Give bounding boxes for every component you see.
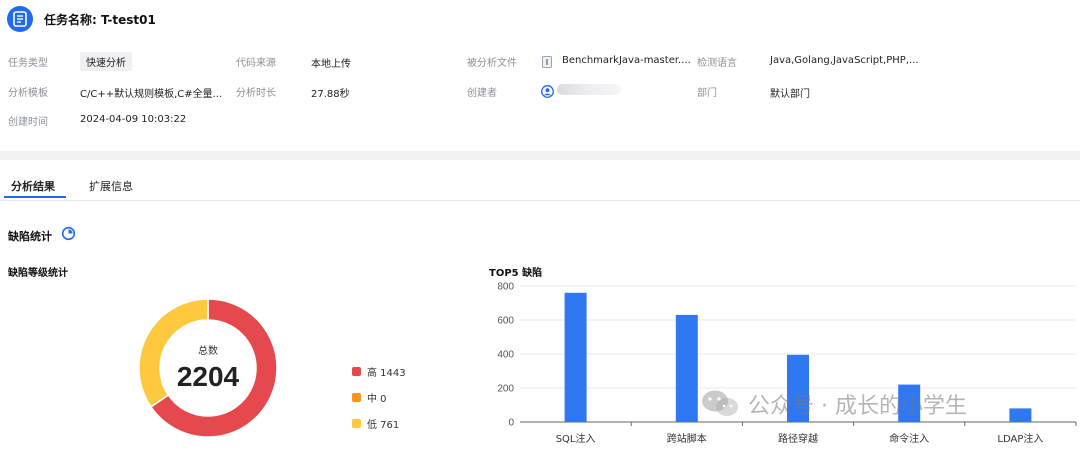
task-type-label: 任务类型 [8, 58, 48, 69]
y-tick-label: 400 [497, 350, 514, 361]
y-tick-label: 600 [497, 316, 514, 327]
creator-label: 创建者 [467, 88, 497, 99]
y-tick-label: 0 [508, 418, 514, 429]
watermark: 公众号 · 成长的小学生 [700, 388, 967, 420]
task-title: 任务名称: T-test01 [44, 11, 156, 28]
y-tick-label: 800 [497, 282, 514, 293]
analyzed-file-link[interactable]: BenchmarkJava-master.... [562, 55, 691, 66]
top5-bar-chart: 0 200 400 600 800 SQL注入 跨站脚本 路径穿越 命令注入 LDAP注入 [497, 282, 1077, 445]
donut-legend: 高 1443 中 0 低 761 [352, 364, 406, 431]
defect-stats-title: 缺陷统计 [8, 230, 52, 243]
legend-swatch-low [352, 419, 361, 428]
watermark-text: 公众号 · 成长的小学生 [748, 394, 967, 419]
x-tick-label: SQL注入 [556, 432, 596, 445]
created-label: 创建时间 [8, 117, 48, 128]
x-tick-label: LDAP注入 [997, 432, 1043, 445]
x-tick-label: 命令注入 [889, 432, 929, 445]
tab-analysis-result[interactable]: 分析结果 [11, 178, 55, 194]
code-source-value: 本地上传 [311, 59, 351, 70]
x-tick-label: 路径穿越 [778, 432, 818, 445]
pie-chart-icon[interactable] [61, 226, 76, 245]
dept-label: 部门 [697, 88, 717, 99]
wechat-icon [702, 390, 738, 416]
task-title-value: T-test01 [101, 13, 156, 27]
legend-item-low[interactable]: 低 761 [352, 416, 406, 431]
legend-swatch-high [352, 367, 361, 376]
legend-item-medium[interactable]: 中 0 [352, 390, 406, 405]
created-value: 2024-04-09 10:03:22 [80, 114, 187, 125]
tab-divider [0, 200, 1080, 201]
code-source-label: 代码来源 [236, 58, 276, 69]
user-avatar-icon [541, 83, 554, 102]
x-tick-label: 跨站脚本 [667, 432, 707, 445]
detect-lang-value: Java,Golang,JavaScript,PHP,... [770, 55, 919, 66]
legend-label-low: 低 761 [367, 420, 400, 431]
legend-label-high: 高 1443 [367, 368, 406, 379]
dept-value: 默认部门 [770, 89, 810, 100]
detect-lang-label: 检测语言 [697, 58, 737, 69]
donut-chart: 总数 2204 [138, 298, 278, 438]
task-title-label: 任务名称: [44, 13, 97, 27]
tab-extended-info[interactable]: 扩展信息 [89, 178, 133, 194]
task-logo-icon [7, 6, 33, 32]
analyzed-file-label: 被分析文件 [467, 58, 517, 69]
legend-item-high[interactable]: 高 1443 [352, 364, 406, 379]
legend-label-medium: 中 0 [367, 394, 387, 405]
duration-value: 27.88秒 [311, 89, 350, 100]
file-icon [542, 53, 552, 72]
bar-1[interactable] [675, 314, 698, 422]
bar-0[interactable] [564, 292, 587, 422]
level-stats-title: 缺陷等级统计 [8, 268, 68, 279]
donut-center-label: 总数 [198, 344, 218, 357]
tab-active-indicator [4, 196, 66, 198]
donut-center-value: 2204 [177, 361, 240, 392]
template-label: 分析模板 [8, 88, 48, 99]
section-divider-band [0, 151, 1080, 160]
task-type-badge: 快速分析 [80, 52, 132, 71]
duration-label: 分析时长 [236, 88, 276, 99]
bar-4[interactable] [1009, 408, 1032, 422]
y-tick-label: 200 [497, 384, 514, 395]
creator-name-redacted [557, 84, 621, 95]
template-value: C/C++默认规则模板,C#全量... [80, 89, 223, 100]
legend-swatch-medium [352, 393, 361, 402]
